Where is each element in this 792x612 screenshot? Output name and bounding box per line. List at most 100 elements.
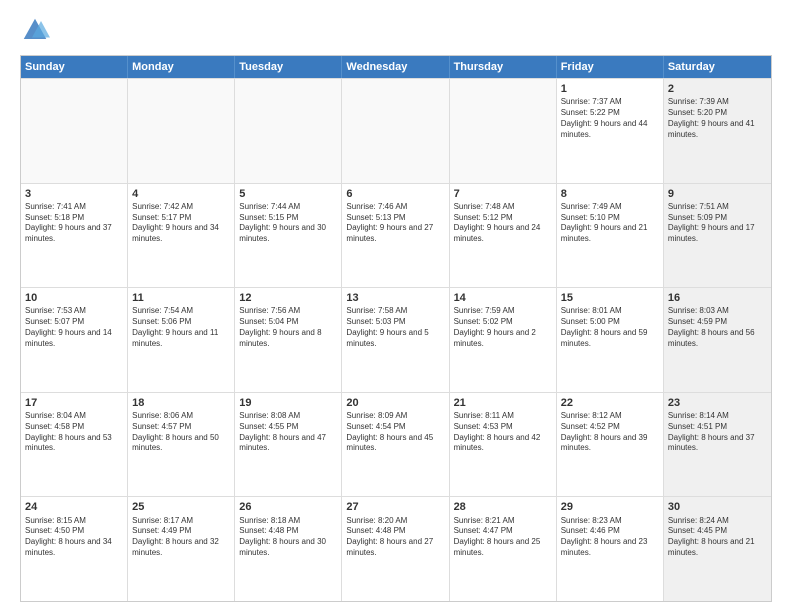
- day-info: Sunrise: 7:46 AM Sunset: 5:13 PM Dayligh…: [346, 202, 444, 245]
- calendar-cell-22: 22Sunrise: 8:12 AM Sunset: 4:52 PM Dayli…: [557, 393, 664, 497]
- weekday-header-friday: Friday: [557, 56, 664, 78]
- day-info: Sunrise: 7:54 AM Sunset: 5:06 PM Dayligh…: [132, 306, 230, 349]
- day-info: Sunrise: 8:20 AM Sunset: 4:48 PM Dayligh…: [346, 516, 444, 559]
- day-info: Sunrise: 8:18 AM Sunset: 4:48 PM Dayligh…: [239, 516, 337, 559]
- day-number: 21: [454, 396, 552, 410]
- day-number: 23: [668, 396, 767, 410]
- calendar-cell-5: 5Sunrise: 7:44 AM Sunset: 5:15 PM Daylig…: [235, 184, 342, 288]
- calendar-cell-18: 18Sunrise: 8:06 AM Sunset: 4:57 PM Dayli…: [128, 393, 235, 497]
- calendar-row-3: 17Sunrise: 8:04 AM Sunset: 4:58 PM Dayli…: [21, 392, 771, 497]
- calendar-cell-28: 28 Sunrise: 8:21 AM Sunset: 4:47 PM Dayli…: [450, 497, 557, 601]
- day-number: 12: [239, 291, 337, 305]
- calendar-cell-27: 27 Sunrise: 8:20 AM Sunset: 4:48 PM Dayli…: [342, 497, 449, 601]
- calendar-cell-24: 24 Sunrise: 8:15 AM Sunset: 4:50 PM Dayli…: [21, 497, 128, 601]
- calendar-cell-3: 3Sunrise: 7:41 AM Sunset: 5:18 PM Daylig…: [21, 184, 128, 288]
- calendar-cell-8: 8Sunrise: 7:49 AM Sunset: 5:10 PM Daylig…: [557, 184, 664, 288]
- day-info: Sunrise: 7:53 AM Sunset: 5:07 PM Dayligh…: [25, 306, 123, 349]
- day-info: Sunrise: 7:56 AM Sunset: 5:04 PM Dayligh…: [239, 306, 337, 349]
- weekday-header-sunday: Sunday: [21, 56, 128, 78]
- day-number: 27: [346, 500, 444, 514]
- day-number: 1: [561, 82, 659, 96]
- day-number: 29: [561, 500, 659, 514]
- calendar-cell-15: 15Sunrise: 8:01 AM Sunset: 5:00 PM Dayli…: [557, 288, 664, 392]
- calendar-cell-29: 29 Sunrise: 8:23 AM Sunset: 4:46 PM Dayli…: [557, 497, 664, 601]
- day-number: 30: [668, 500, 767, 514]
- day-number: 24: [25, 500, 123, 514]
- day-info: Sunrise: 7:59 AM Sunset: 5:02 PM Dayligh…: [454, 306, 552, 349]
- day-number: 13: [346, 291, 444, 305]
- day-info: Sunrise: 7:42 AM Sunset: 5:17 PM Dayligh…: [132, 202, 230, 245]
- day-info: Sunrise: 8:17 AM Sunset: 4:49 PM Dayligh…: [132, 516, 230, 559]
- weekday-header-monday: Monday: [128, 56, 235, 78]
- day-info: Sunrise: 8:03 AM Sunset: 4:59 PM Dayligh…: [668, 306, 767, 349]
- day-info: Sunrise: 8:04 AM Sunset: 4:58 PM Dayligh…: [25, 411, 123, 454]
- calendar-cell-14: 14Sunrise: 7:59 AM Sunset: 5:02 PM Dayli…: [450, 288, 557, 392]
- calendar-cell-empty-0-3: [342, 79, 449, 183]
- calendar-cell-1: 1Sunrise: 7:37 AM Sunset: 5:22 PM Daylig…: [557, 79, 664, 183]
- calendar-cell-12: 12Sunrise: 7:56 AM Sunset: 5:04 PM Dayli…: [235, 288, 342, 392]
- day-number: 14: [454, 291, 552, 305]
- day-number: 28: [454, 500, 552, 514]
- day-number: 16: [668, 291, 767, 305]
- logo: [20, 15, 54, 45]
- day-number: 22: [561, 396, 659, 410]
- calendar-cell-19: 19Sunrise: 8:08 AM Sunset: 4:55 PM Dayli…: [235, 393, 342, 497]
- calendar-cell-7: 7Sunrise: 7:48 AM Sunset: 5:12 PM Daylig…: [450, 184, 557, 288]
- header: [20, 15, 772, 45]
- day-info: Sunrise: 7:37 AM Sunset: 5:22 PM Dayligh…: [561, 97, 659, 140]
- day-info: Sunrise: 7:48 AM Sunset: 5:12 PM Dayligh…: [454, 202, 552, 245]
- day-info: Sunrise: 7:39 AM Sunset: 5:20 PM Dayligh…: [668, 97, 767, 140]
- calendar-body: 1Sunrise: 7:37 AM Sunset: 5:22 PM Daylig…: [21, 78, 771, 601]
- calendar-cell-16: 16Sunrise: 8:03 AM Sunset: 4:59 PM Dayli…: [664, 288, 771, 392]
- day-info: Sunrise: 7:49 AM Sunset: 5:10 PM Dayligh…: [561, 202, 659, 245]
- calendar-cell-6: 6Sunrise: 7:46 AM Sunset: 5:13 PM Daylig…: [342, 184, 449, 288]
- day-number: 7: [454, 187, 552, 201]
- logo-icon: [20, 15, 50, 45]
- calendar-cell-empty-0-2: [235, 79, 342, 183]
- weekday-header-saturday: Saturday: [664, 56, 771, 78]
- day-number: 4: [132, 187, 230, 201]
- calendar-cell-17: 17Sunrise: 8:04 AM Sunset: 4:58 PM Dayli…: [21, 393, 128, 497]
- day-number: 6: [346, 187, 444, 201]
- day-info: Sunrise: 8:24 AM Sunset: 4:45 PM Dayligh…: [668, 516, 767, 559]
- day-info: Sunrise: 8:01 AM Sunset: 5:00 PM Dayligh…: [561, 306, 659, 349]
- calendar-cell-11: 11Sunrise: 7:54 AM Sunset: 5:06 PM Dayli…: [128, 288, 235, 392]
- calendar-cell-26: 26Sunrise: 8:18 AM Sunset: 4:48 PM Dayli…: [235, 497, 342, 601]
- day-number: 8: [561, 187, 659, 201]
- calendar-cell-4: 4Sunrise: 7:42 AM Sunset: 5:17 PM Daylig…: [128, 184, 235, 288]
- day-info: Sunrise: 8:08 AM Sunset: 4:55 PM Dayligh…: [239, 411, 337, 454]
- calendar-cell-2: 2Sunrise: 7:39 AM Sunset: 5:20 PM Daylig…: [664, 79, 771, 183]
- weekday-header-thursday: Thursday: [450, 56, 557, 78]
- day-number: 10: [25, 291, 123, 305]
- day-info: Sunrise: 8:23 AM Sunset: 4:46 PM Dayligh…: [561, 516, 659, 559]
- calendar-row-2: 10Sunrise: 7:53 AM Sunset: 5:07 PM Dayli…: [21, 287, 771, 392]
- calendar-row-4: 24 Sunrise: 8:15 AM Sunset: 4:50 PM Dayli…: [21, 496, 771, 601]
- calendar-cell-20: 20Sunrise: 8:09 AM Sunset: 4:54 PM Dayli…: [342, 393, 449, 497]
- day-info: Sunrise: 8:09 AM Sunset: 4:54 PM Dayligh…: [346, 411, 444, 454]
- weekday-header-wednesday: Wednesday: [342, 56, 449, 78]
- day-info: Sunrise: 8:14 AM Sunset: 4:51 PM Dayligh…: [668, 411, 767, 454]
- page: SundayMondayTuesdayWednesdayThursdayFrid…: [0, 0, 792, 612]
- day-number: 3: [25, 187, 123, 201]
- calendar-cell-21: 21Sunrise: 8:11 AM Sunset: 4:53 PM Dayli…: [450, 393, 557, 497]
- calendar-cell-empty-0-1: [128, 79, 235, 183]
- calendar-cell-13: 13Sunrise: 7:58 AM Sunset: 5:03 PM Dayli…: [342, 288, 449, 392]
- day-info: Sunrise: 8:15 AM Sunset: 4:50 PM Dayligh…: [25, 516, 123, 559]
- day-number: 15: [561, 291, 659, 305]
- day-number: 2: [668, 82, 767, 96]
- calendar-cell-30: 30 Sunrise: 8:24 AM Sunset: 4:45 PM Dayli…: [664, 497, 771, 601]
- weekday-header-tuesday: Tuesday: [235, 56, 342, 78]
- day-info: Sunrise: 7:51 AM Sunset: 5:09 PM Dayligh…: [668, 202, 767, 245]
- day-info: Sunrise: 8:06 AM Sunset: 4:57 PM Dayligh…: [132, 411, 230, 454]
- day-info: Sunrise: 8:12 AM Sunset: 4:52 PM Dayligh…: [561, 411, 659, 454]
- calendar: SundayMondayTuesdayWednesdayThursdayFrid…: [20, 55, 772, 602]
- day-number: 9: [668, 187, 767, 201]
- day-number: 17: [25, 396, 123, 410]
- calendar-cell-empty-0-4: [450, 79, 557, 183]
- calendar-cell-10: 10Sunrise: 7:53 AM Sunset: 5:07 PM Dayli…: [21, 288, 128, 392]
- day-info: Sunrise: 8:21 AM Sunset: 4:47 PM Dayligh…: [454, 516, 552, 559]
- day-number: 11: [132, 291, 230, 305]
- calendar-row-0: 1Sunrise: 7:37 AM Sunset: 5:22 PM Daylig…: [21, 78, 771, 183]
- day-number: 19: [239, 396, 337, 410]
- calendar-header: SundayMondayTuesdayWednesdayThursdayFrid…: [21, 56, 771, 78]
